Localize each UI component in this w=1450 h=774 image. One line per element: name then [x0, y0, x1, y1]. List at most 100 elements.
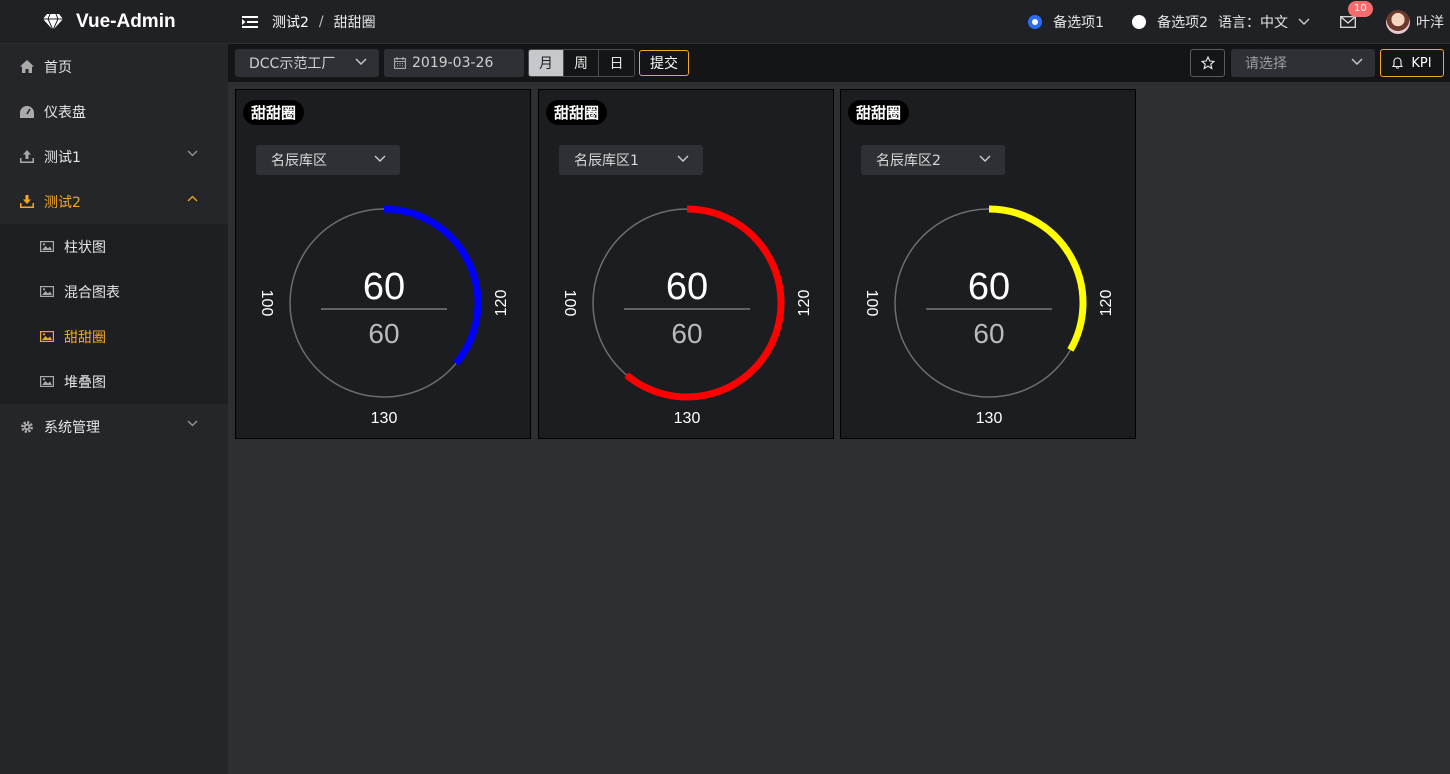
favorite-button[interactable] [1190, 49, 1225, 77]
user-menu[interactable]: 叶洋 [1386, 10, 1444, 34]
radio-option-2[interactable]: 备选项2 [1132, 12, 1208, 32]
warehouse-select[interactable]: 名辰库区 [256, 145, 400, 175]
chevron-down-icon [1351, 58, 1363, 65]
sidebar-item-home[interactable]: 首页 [0, 44, 228, 89]
chevron-down-icon [374, 155, 386, 162]
radio-unchecked-icon [1132, 15, 1147, 29]
submit-button[interactable]: 提交 [639, 50, 689, 76]
gauge-label-bottom: 130 [371, 410, 398, 427]
radio-option-1[interactable]: 备选项1 [1028, 12, 1104, 32]
chevron-up-icon [187, 195, 198, 202]
mail-badge: 10 [1348, 1, 1373, 17]
chevron-down-icon [677, 155, 689, 162]
image-icon [40, 376, 54, 387]
gauge-value-top: 60 [666, 266, 708, 308]
header-actions: 备选项1 备选项2 语言：中文 10 叶洋 [1028, 0, 1450, 44]
home-icon [20, 60, 34, 73]
warehouse-select-value: 名辰库区 [271, 153, 327, 169]
sidebar-item-label: 测试1 [44, 149, 81, 166]
card-title: 甜甜圈 [546, 100, 608, 125]
sidebar-item-label: 仪表盘 [44, 104, 86, 121]
sidebar-item-test2[interactable]: 测试2 [0, 179, 228, 224]
radio-option-2-label: 备选项2 [1157, 15, 1208, 31]
image-icon [40, 331, 54, 342]
donut-gauge: 60 60 100 120 130 [863, 205, 1115, 427]
menu-fold-icon[interactable] [242, 16, 258, 28]
gauge-label-bottom: 130 [976, 410, 1003, 427]
gauge-label-left: 100 [258, 290, 275, 317]
sidebar-submenu-test2: 柱状图 混合图表 甜甜圈 堆叠图 [0, 224, 228, 404]
gauge-label-bottom: 130 [674, 410, 701, 427]
app-logo[interactable]: Vue-Admin [0, 0, 228, 44]
gauge-label-left: 100 [561, 290, 578, 317]
mail-button[interactable]: 10 [1340, 1, 1373, 28]
donut-card-2: 甜甜圈 名辰库区1 60 60 100 120 130 [538, 89, 834, 439]
sidebar-item-label: 堆叠图 [64, 374, 106, 391]
card-title: 甜甜圈 [243, 100, 305, 125]
language-dropdown[interactable]: 语言：中文 [1218, 12, 1310, 32]
chevron-down-icon [187, 420, 198, 427]
gauge-value-bottom: 60 [973, 318, 1004, 349]
sidebar-item-system[interactable]: 系统管理 [0, 404, 228, 449]
sidebar-item-label: 混合图表 [64, 284, 120, 301]
donut-card-3: 甜甜圈 名辰库区2 60 60 100 120 130 [840, 89, 1136, 439]
gauge-value-top: 60 [363, 266, 405, 308]
gauge-label-right: 120 [1098, 290, 1115, 317]
gauge-value-bottom: 60 [368, 318, 399, 349]
calendar-icon [394, 57, 406, 69]
gauge-label-right: 120 [796, 290, 813, 317]
breadcrumb-separator: / [318, 14, 324, 30]
sidebar-item-mixed-chart[interactable]: 混合图表 [0, 269, 228, 314]
sidebar-item-label: 首页 [44, 59, 72, 76]
mail-icon [1340, 16, 1356, 28]
image-icon [40, 241, 54, 252]
sidebar-item-dashboard[interactable]: 仪表盘 [0, 89, 228, 134]
gear-icon [21, 420, 33, 433]
sidebar-item-label: 柱状图 [64, 239, 106, 256]
period-week-button[interactable]: 周 [564, 50, 599, 76]
diamond-icon [43, 13, 63, 31]
star-icon [1200, 56, 1215, 70]
sidebar-item-bar-chart[interactable]: 柱状图 [0, 224, 228, 269]
gauge-value-top: 60 [968, 266, 1010, 308]
donut-card-1: 甜甜圈 名辰库区 60 60 100 120 130 [235, 89, 531, 439]
chevron-down-icon [187, 150, 198, 157]
factory-select[interactable]: DCC示范工厂 [235, 49, 379, 77]
sidebar-item-test1[interactable]: 测试1 [0, 134, 228, 179]
sidebar-item-stacked-chart[interactable]: 堆叠图 [0, 359, 228, 404]
warehouse-select[interactable]: 名辰库区1 [559, 145, 703, 175]
warehouse-select-value: 名辰库区1 [574, 153, 639, 169]
language-label: 语言：中文 [1218, 15, 1288, 31]
chevron-down-icon [979, 155, 991, 162]
option-select[interactable]: 请选择 [1231, 49, 1375, 77]
warehouse-select-value: 名辰库区2 [876, 153, 941, 169]
card-title: 甜甜圈 [848, 100, 910, 125]
sidebar-item-donut[interactable]: 甜甜圈 [0, 314, 228, 359]
sidebar-item-label: 系统管理 [44, 419, 100, 436]
sidebar-item-label: 测试2 [44, 194, 81, 211]
breadcrumb-current: 甜甜圈 [333, 15, 376, 31]
app-title: Vue-Admin [76, 11, 176, 32]
date-picker[interactable]: 2019-03-26 [384, 49, 524, 77]
dashboard-icon [20, 105, 34, 118]
upload-icon [20, 150, 34, 163]
image-icon [40, 286, 54, 297]
top-header: Vue-Admin 测试2 / 甜甜圈 备选项1 备选项2 语言：中文 10 叶… [0, 0, 1450, 44]
period-switch: 月 周 日 [528, 49, 635, 77]
breadcrumb-parent[interactable]: 测试2 [272, 12, 309, 32]
kpi-button[interactable]: KPI [1380, 49, 1444, 77]
period-day-button[interactable]: 日 [599, 50, 634, 76]
period-month-button[interactable]: 月 [529, 50, 564, 76]
donut-gauge: 60 60 100 120 130 [258, 205, 510, 427]
warehouse-select[interactable]: 名辰库区2 [861, 145, 1005, 175]
gauge-value-bottom: 60 [671, 318, 702, 349]
chevron-down-icon [355, 58, 367, 65]
gauge-label-left: 100 [863, 290, 880, 317]
download-icon [20, 195, 34, 208]
factory-select-value: DCC示范工厂 [249, 56, 336, 72]
gauge-label-right: 120 [493, 290, 510, 317]
avatar [1386, 10, 1410, 34]
sidebar-item-label: 甜甜圈 [64, 329, 106, 346]
donut-gauge: 60 60 100 120 130 [561, 205, 813, 427]
toolbar: DCC示范工厂 2019-03-26 月 周 日 提交 请选择 KPI [228, 44, 1450, 82]
